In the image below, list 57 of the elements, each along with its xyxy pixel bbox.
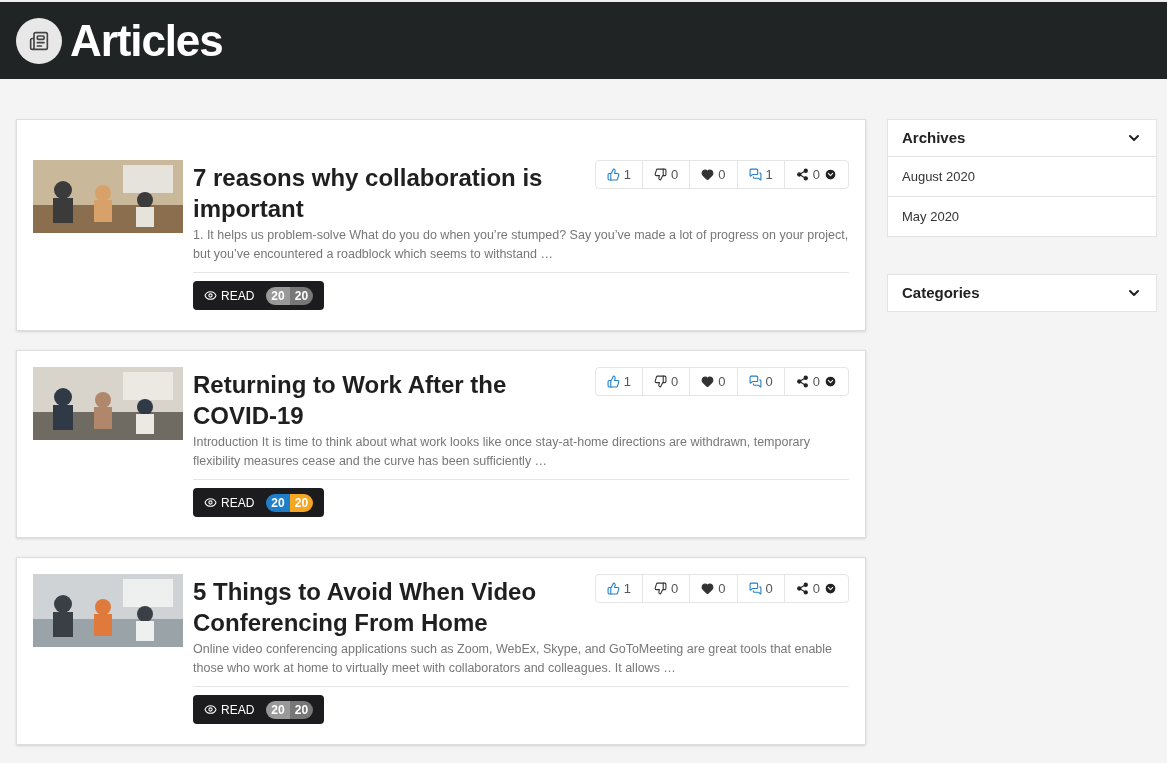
eye-icon <box>204 289 217 302</box>
article-title[interactable]: 7 reasons why collaboration is important <box>193 160 579 224</box>
archive-link[interactable]: May 2020 <box>888 196 1156 236</box>
dislike-button[interactable]: 0 <box>643 161 691 188</box>
page-title: Articles <box>70 14 223 67</box>
dislike-button[interactable]: 0 <box>643 368 691 395</box>
chevron-circle-icon <box>824 375 837 388</box>
comment-button[interactable]: 0 <box>737 575 785 602</box>
heart-icon <box>701 375 715 388</box>
count-badge: 20 <box>266 286 290 305</box>
share-button[interactable]: 0 <box>784 368 848 395</box>
like-button[interactable]: 1 <box>595 575 644 602</box>
love-button[interactable]: 0 <box>690 575 738 602</box>
archive-link[interactable]: August 2020 <box>888 156 1156 196</box>
like-button[interactable]: 1 <box>595 368 644 395</box>
love-button[interactable]: 0 <box>690 368 738 395</box>
article-excerpt: 1. It helps us problem-solve What do you do when you’re stumped? Say you’ve made a lot of progress on your project, but you’ve encountered a roadblock which seems to withstand … <box>193 226 849 273</box>
eye-icon <box>204 496 217 509</box>
thumbs-down-icon <box>654 582 668 595</box>
thumbs-up-icon <box>606 168 620 181</box>
speech-bubbles-icon <box>748 168 762 181</box>
article-excerpt: Online video conferencing applications such as Zoom, WebEx, Skype, and GoToMeeting are great tools that enable those who work at home to virtually meet with collaborators and colleagues. It allows … <box>193 640 849 687</box>
eye-icon <box>204 703 217 716</box>
share-icon <box>795 582 809 595</box>
read-button[interactable]: READ 20 20 <box>193 281 325 310</box>
thumbs-down-icon <box>654 375 668 388</box>
share-button[interactable]: 0 <box>784 575 848 602</box>
panel-header[interactable]: Categories <box>888 275 1156 311</box>
thumbs-up-icon <box>606 375 620 388</box>
speech-bubbles-icon <box>748 375 762 388</box>
share-icon <box>795 168 809 181</box>
panel-header[interactable]: Archives <box>888 120 1156 156</box>
speech-bubbles-icon <box>748 582 762 595</box>
heart-icon <box>701 168 715 181</box>
comment-button[interactable]: 1 <box>737 161 785 188</box>
chevron-circle-icon <box>824 168 837 181</box>
thumbs-down-icon <box>654 168 668 181</box>
like-button[interactable]: 1 <box>595 161 644 188</box>
read-button[interactable]: READ 20 20 <box>193 695 325 724</box>
article-title[interactable]: Returning to Work After the COVID-19 <box>193 367 579 431</box>
count-badge: 20 <box>289 493 314 512</box>
heart-icon <box>701 582 715 595</box>
comment-button[interactable]: 0 <box>737 368 785 395</box>
count-badge: 20 <box>266 493 290 512</box>
thumbs-up-icon <box>606 582 620 595</box>
count-badge: 20 <box>266 700 290 719</box>
count-badge: 20 <box>289 286 314 305</box>
article-title[interactable]: 5 Things to Avoid When Video Conferencing From Home <box>193 574 579 638</box>
dislike-button[interactable]: 0 <box>643 575 691 602</box>
share-button[interactable]: 0 <box>784 161 848 188</box>
love-button[interactable]: 0 <box>690 161 738 188</box>
read-button[interactable]: READ 20 20 <box>193 488 325 517</box>
newspaper-icon <box>16 17 62 64</box>
chevron-circle-icon <box>824 582 837 595</box>
share-icon <box>795 375 809 388</box>
article-excerpt: Introduction It is time to think about what work looks like once stay-at-home directions are withdrawn, temporary flexibility measures cease and the curve has been sufficiently … <box>193 433 849 480</box>
count-badge: 20 <box>289 700 314 719</box>
